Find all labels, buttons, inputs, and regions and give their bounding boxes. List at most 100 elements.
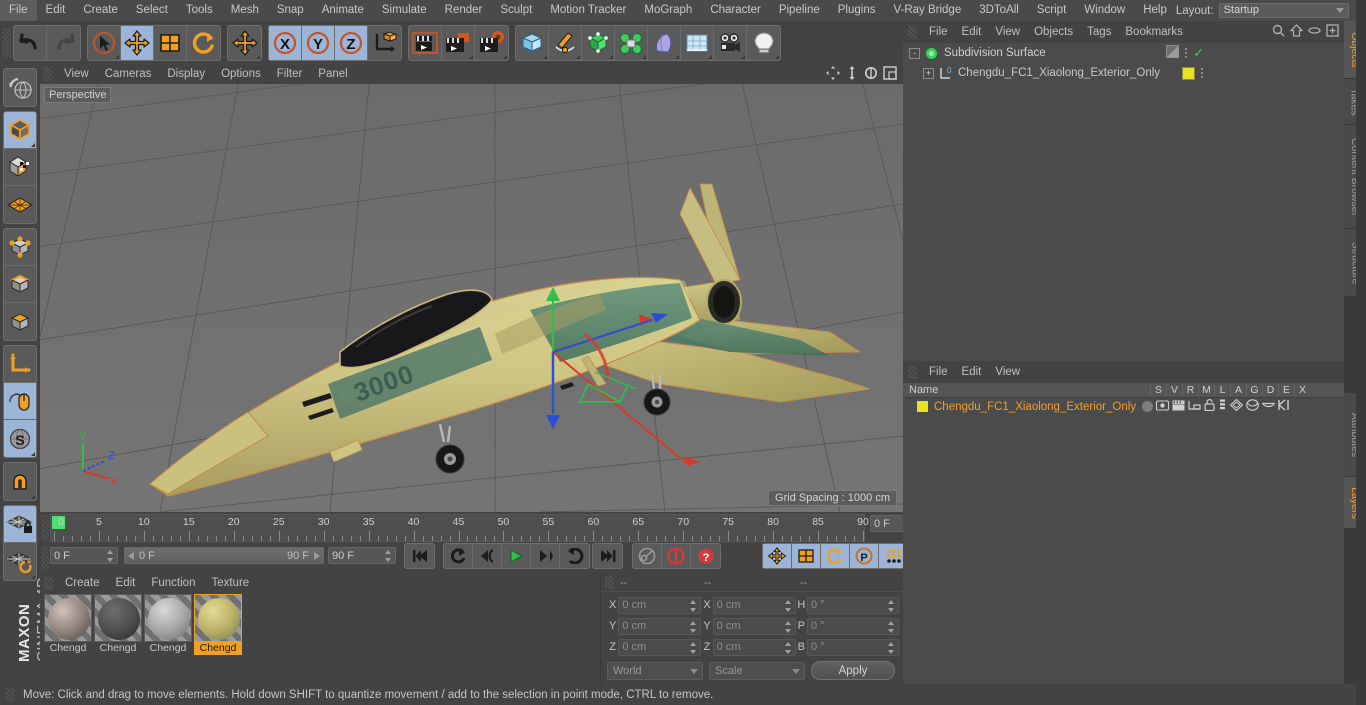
visibility-dots-icon[interactable]	[1184, 47, 1189, 59]
spinner-icon[interactable]	[690, 641, 697, 654]
menu-item-mesh[interactable]: Mesh	[222, 0, 268, 21]
spinner-icon[interactable]	[385, 550, 392, 562]
coord-size-x-field[interactable]: 0 cm	[712, 596, 796, 614]
search-icon[interactable]	[1272, 24, 1285, 40]
expand-icon[interactable]	[1326, 24, 1339, 40]
rotation-key-button[interactable]	[821, 544, 850, 568]
objects-manager-tree[interactable]: - Subdivision Surface ✓ +0 Chengdu_FC1_Xiaol…	[903, 43, 1344, 361]
coord-position-y-field[interactable]: 0 cm	[618, 617, 702, 635]
xref-icon[interactable]	[1278, 399, 1290, 414]
menu-item-script[interactable]: Script	[1028, 0, 1075, 21]
spinner-icon[interactable]	[887, 641, 895, 654]
go-to-next-key-button[interactable]	[560, 544, 589, 568]
objects-grip[interactable]	[908, 25, 917, 39]
menu-item-help[interactable]: Help	[1134, 0, 1176, 21]
render-picture-viewer-button[interactable]	[442, 25, 475, 60]
menu-item-select[interactable]: Select	[127, 0, 177, 21]
pan-icon[interactable]	[826, 65, 840, 83]
spinner-icon[interactable]	[784, 599, 792, 612]
add-mograph-button[interactable]	[615, 25, 648, 60]
layers-column-l[interactable]: L	[1214, 384, 1230, 396]
redo-button[interactable]	[47, 26, 80, 60]
right-scroll-strip[interactable]	[1356, 0, 1366, 705]
layers-column-s[interactable]: S	[1150, 384, 1166, 396]
spinner-icon[interactable]	[784, 620, 792, 633]
material-menu-texture[interactable]: Texture	[203, 574, 257, 592]
layer-row[interactable]: Chengdu_FC1_Xiaolong_Exterior_Only	[903, 398, 1344, 415]
undo-button[interactable]	[14, 25, 47, 60]
viewport-menu-filter[interactable]: Filter	[269, 64, 311, 84]
position-key-button[interactable]	[763, 544, 792, 568]
go-to-start-button[interactable]	[405, 544, 434, 568]
menu-item-create[interactable]: Create	[74, 0, 127, 21]
display-tag-icon[interactable]	[1166, 45, 1180, 61]
enable-snapping-button[interactable]	[4, 383, 36, 420]
parameter-key-button[interactable]: P	[850, 544, 879, 568]
go-to-end-button[interactable]	[593, 544, 622, 568]
objects-menu-tags[interactable]: Tags	[1080, 21, 1118, 43]
add-deformer-button[interactable]	[648, 25, 681, 60]
spinner-icon[interactable]	[107, 550, 114, 562]
layers-menu-file[interactable]: File	[922, 361, 955, 383]
coordinates-grip[interactable]	[605, 576, 614, 589]
home-icon[interactable]	[1289, 24, 1304, 40]
layers-menu-edit[interactable]: Edit	[955, 361, 989, 383]
material-preview-sphere[interactable]	[144, 594, 192, 642]
step-forward-button[interactable]	[531, 544, 560, 568]
add-camera-button[interactable]	[714, 25, 747, 60]
object-row[interactable]: - Subdivision Surface ✓	[903, 43, 1344, 63]
expand-toggle-icon[interactable]: -	[909, 47, 920, 59]
toolbar-grip[interactable]	[2, 27, 11, 58]
menu-item-file[interactable]: File	[0, 0, 37, 21]
status-grip[interactable]	[6, 688, 15, 701]
viewport-camera-label[interactable]: Perspective	[44, 87, 112, 103]
layers-column-g[interactable]: G	[1246, 384, 1262, 396]
material-item[interactable]: Chengd	[194, 594, 242, 655]
menu-item-snap[interactable]: Snap	[268, 0, 313, 21]
menu-item-pipeline[interactable]: Pipeline	[770, 0, 829, 21]
axis-x-button[interactable]: X	[269, 25, 302, 60]
perspective-viewport[interactable]: 3000 Perspective Grid Spacing: 1000 cm …	[40, 84, 903, 512]
world-coordinate-button[interactable]	[368, 26, 401, 60]
layout-dropdown[interactable]: Startup	[1218, 3, 1349, 18]
material-menu-function[interactable]: Function	[143, 574, 203, 592]
axis-mode-button[interactable]	[4, 346, 36, 383]
viewport-menu-panel[interactable]: Panel	[310, 64, 355, 84]
rotate-view-icon[interactable]	[864, 66, 878, 83]
coord-position-z-field[interactable]: 0 cm	[618, 638, 702, 656]
spinner-icon[interactable]	[784, 641, 792, 654]
layers-column-m[interactable]: M	[1198, 384, 1214, 396]
preview-range-bar[interactable]: 0 F 90 F	[124, 547, 324, 564]
transport-grip[interactable]	[41, 547, 49, 569]
menu-item-character[interactable]: Character	[701, 0, 770, 21]
layers-manager-table[interactable]: Name S V R M L A G D E X Chengdu_FC1_Xiaolong_Exte…	[903, 383, 1344, 684]
menu-item-v-ray-bridge[interactable]: V-Ray Bridge	[884, 0, 970, 21]
coord-position-x-field[interactable]: 0 cm	[618, 596, 702, 614]
generators-icon[interactable]	[1229, 398, 1244, 414]
move-tool-duplicate-button[interactable]	[228, 26, 261, 60]
edges-mode-button[interactable]	[4, 266, 36, 303]
document-end-field[interactable]: 90 F	[328, 547, 396, 564]
coordinate-mode-dropdown[interactable]: Scale	[709, 661, 805, 680]
layers-menu-view[interactable]: View	[988, 361, 1027, 383]
viewport-menu-view[interactable]: View	[56, 64, 97, 84]
timeline-grip[interactable]	[41, 515, 49, 541]
points-mode-button[interactable]	[4, 229, 36, 266]
spinner-icon[interactable]	[690, 599, 697, 612]
layers-column-d[interactable]: D	[1262, 384, 1278, 396]
manager-icon[interactable]	[1188, 400, 1201, 414]
menu-item-simulate[interactable]: Simulate	[373, 0, 436, 21]
dolly-icon[interactable]	[845, 65, 859, 83]
material-item[interactable]: Chengd	[144, 594, 192, 655]
layers-column-x[interactable]: X	[1294, 384, 1310, 396]
spinner-icon[interactable]	[690, 620, 697, 633]
axis-y-button[interactable]: Y	[302, 25, 335, 60]
layers-column-a[interactable]: A	[1230, 384, 1246, 396]
view-icon[interactable]	[1155, 399, 1170, 414]
add-generator-button[interactable]	[582, 25, 615, 60]
lock-icon[interactable]	[1204, 399, 1215, 414]
step-back-button[interactable]	[473, 544, 502, 568]
undo-view-button[interactable]	[4, 69, 36, 106]
current-frame-field[interactable]: 0 F	[50, 547, 118, 564]
expand-toggle-icon[interactable]: +	[923, 67, 934, 79]
